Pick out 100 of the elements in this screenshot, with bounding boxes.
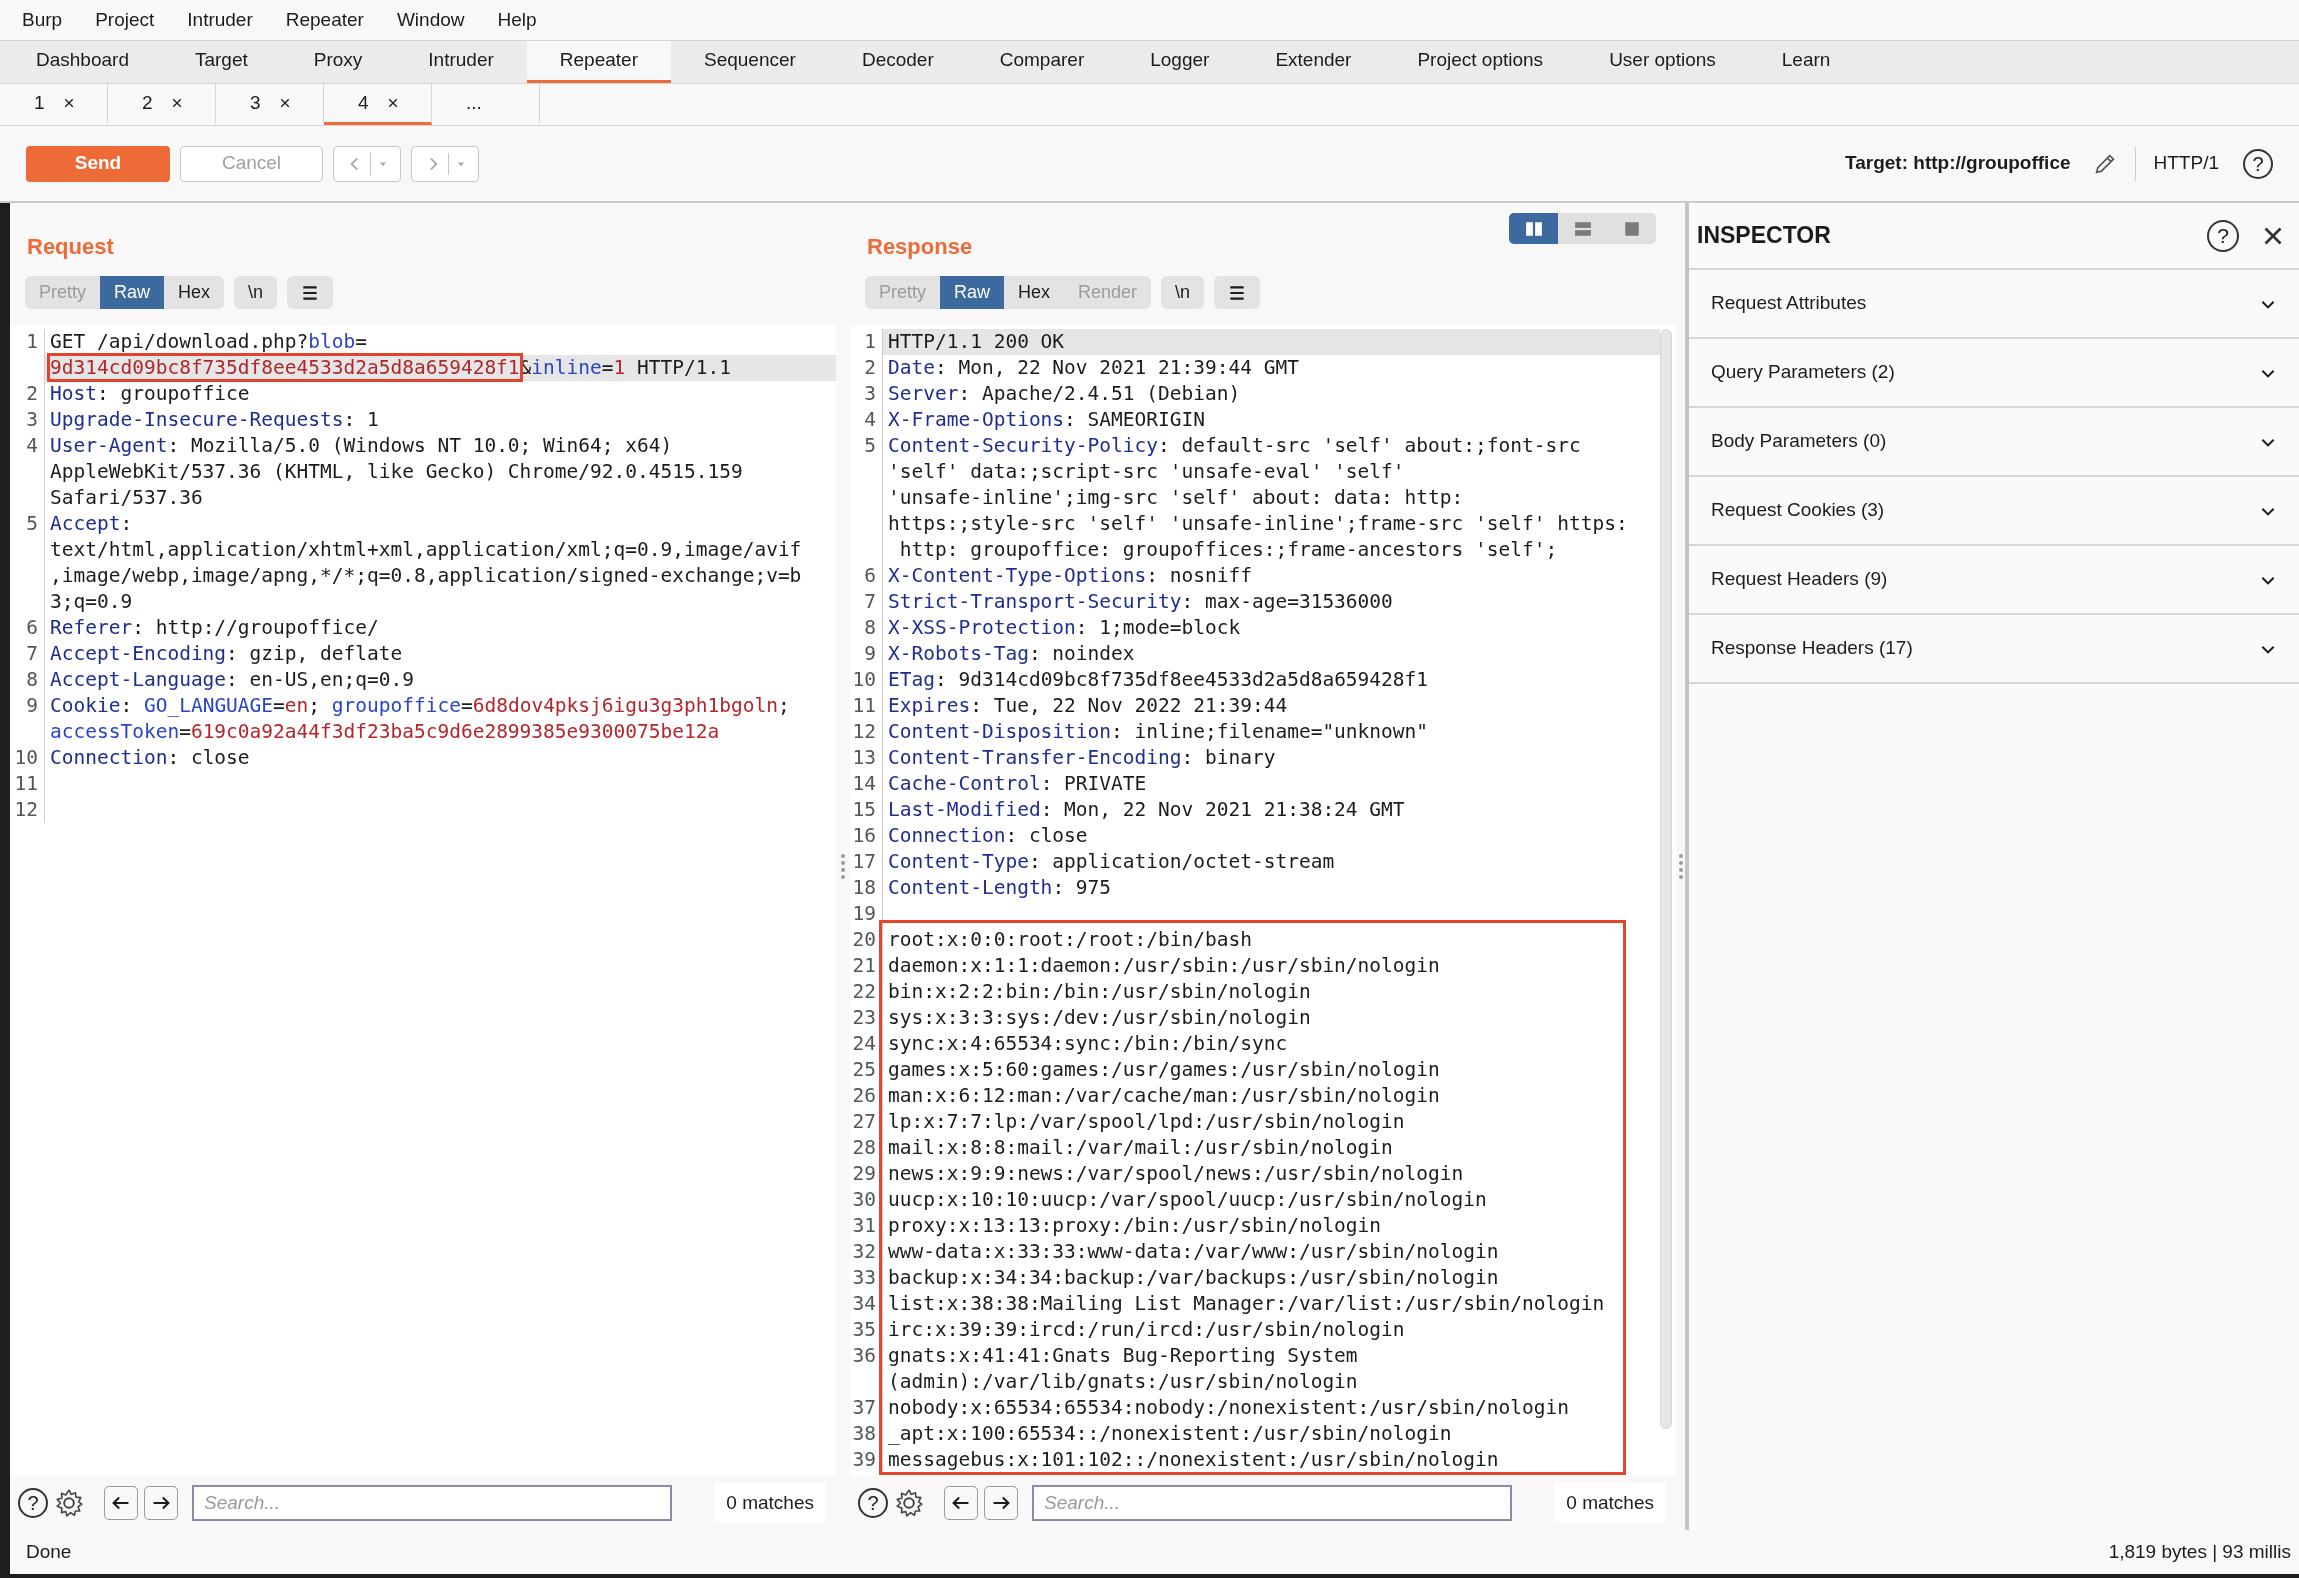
square-icon[interactable] bbox=[1622, 219, 1641, 238]
menu-item[interactable]: Project bbox=[95, 5, 155, 35]
line-number: 38 bbox=[852, 1422, 876, 1445]
help-button[interactable]: ? bbox=[858, 1488, 888, 1518]
request-tab[interactable]: ... bbox=[432, 84, 540, 125]
code-line: irc:x:39:39:ircd:/run/ircd:/usr/sbin/nologin bbox=[887, 1317, 1405, 1343]
rows-icon[interactable] bbox=[1573, 219, 1592, 238]
search-field[interactable]: Search... bbox=[192, 1485, 672, 1521]
code-line: X-Content-Type-Options: nosniff bbox=[887, 563, 1252, 589]
line-number: 22 bbox=[852, 980, 876, 1003]
code-line: bin:x:2:2:bin:/bin:/usr/sbin/nologin bbox=[887, 979, 1311, 1005]
request-tab[interactable]: 1 bbox=[0, 84, 108, 125]
tab[interactable]: User options bbox=[1576, 41, 1749, 83]
code-line: X-Frame-Options: SAMEORIGIN bbox=[887, 407, 1205, 433]
inspector-section[interactable]: Response Headers (17) bbox=[1689, 615, 2299, 684]
close-icon[interactable] bbox=[386, 97, 399, 109]
line-number: 21 bbox=[852, 954, 876, 977]
code-line: proxy:x:13:13:proxy:/bin:/usr/sbin/nologin bbox=[887, 1213, 1382, 1239]
tab[interactable]: Logger bbox=[1117, 41, 1243, 83]
code-line: Connection: close bbox=[49, 745, 250, 771]
menu-item[interactable]: Repeater bbox=[285, 5, 364, 35]
menu-item[interactable]: Burp bbox=[22, 5, 63, 35]
line-number: 11 bbox=[14, 772, 38, 795]
settings-icon[interactable] bbox=[894, 1488, 924, 1518]
code-line: GET /api/download.php?blob= bbox=[49, 329, 367, 355]
inspector-section[interactable]: Request Cookies (3) bbox=[1689, 477, 2299, 546]
inspector-section[interactable]: Request Attributes bbox=[1689, 270, 2299, 339]
newline-toggle-button[interactable]: \n bbox=[1161, 276, 1205, 309]
code-line: Cookie: GO_LANGUAGE=en; groupoffice=6d8dov4pksj6igu3g3ph1bgoln; bbox=[49, 693, 790, 719]
protocol-label[interactable]: HTTP/1 bbox=[2153, 149, 2219, 178]
view-mode-tab[interactable]: Raw bbox=[940, 276, 1005, 309]
settings-icon[interactable] bbox=[54, 1488, 84, 1518]
code-line: _apt:x:100:65534::/nonexistent:/usr/sbin/nologin bbox=[887, 1421, 1452, 1447]
line-number: 11 bbox=[852, 694, 876, 717]
code-line: ETag: 9d314cd09bc8f735df8ee4533d2a5d8a659428f1 bbox=[887, 667, 1429, 693]
grip-icon[interactable] bbox=[1677, 853, 1684, 880]
menu-button[interactable] bbox=[287, 276, 334, 309]
tab[interactable]: Learn bbox=[1748, 41, 1864, 83]
tab[interactable]: Target bbox=[161, 41, 281, 83]
line-number: 9 bbox=[26, 694, 38, 717]
menu-item[interactable]: Window bbox=[396, 5, 465, 35]
line-number: 7 bbox=[864, 590, 876, 613]
match-count: 0 matches bbox=[714, 1482, 826, 1524]
help-button[interactable]: ? bbox=[18, 1488, 48, 1518]
code-line: uucp:x:10:10:uucp:/var/spool/uucp:/usr/sbin/nologin bbox=[887, 1187, 1487, 1213]
request-tab[interactable]: 2 bbox=[108, 84, 216, 125]
line-number: 35 bbox=[852, 1318, 876, 1341]
panel-title: Request bbox=[26, 233, 114, 261]
request-tab[interactable]: 3 bbox=[216, 84, 324, 125]
code-line: Accept-Encoding: gzip, deflate bbox=[49, 641, 403, 667]
tab[interactable]: Proxy bbox=[280, 41, 396, 83]
code-line: (admin):/var/lib/gnats:/usr/sbin/nologin bbox=[887, 1369, 1358, 1395]
columns-icon[interactable] bbox=[1524, 219, 1543, 238]
line-number: 6 bbox=[26, 616, 38, 639]
tab[interactable]: Extender bbox=[1242, 41, 1385, 83]
line-number: 28 bbox=[852, 1136, 876, 1159]
code-line: Last-Modified: Mon, 22 Nov 2021 21:38:24 GMT bbox=[887, 797, 1405, 823]
close-icon[interactable] bbox=[170, 97, 183, 109]
line-number: 1 bbox=[26, 330, 38, 353]
target-label: Target: http://groupoffice bbox=[1845, 151, 2071, 176]
code-line: Content-Transfer-Encoding: binary bbox=[887, 745, 1276, 771]
search-field[interactable]: Search... bbox=[1032, 1485, 1512, 1521]
menu-button[interactable] bbox=[1214, 276, 1261, 309]
menu-item[interactable]: Intruder bbox=[187, 5, 253, 35]
inspector-section[interactable]: Request Headers (9) bbox=[1689, 546, 2299, 615]
line-number: 3 bbox=[864, 382, 876, 405]
code-line: Host: groupoffice bbox=[49, 381, 250, 407]
menu-item[interactable]: Help bbox=[497, 5, 537, 35]
code-line: 3;q=0.9 bbox=[49, 589, 133, 615]
help-button[interactable]: ? bbox=[2243, 148, 2273, 179]
tab[interactable]: Intruder bbox=[395, 41, 527, 83]
inspector-section[interactable]: Query Parameters (2) bbox=[1689, 339, 2299, 408]
code-line: Content-Length: 975 bbox=[887, 875, 1112, 901]
tab[interactable]: Sequencer bbox=[671, 41, 829, 83]
tab[interactable]: Repeater bbox=[526, 41, 671, 83]
line-number: 37 bbox=[852, 1396, 876, 1419]
tab[interactable]: Dashboard bbox=[3, 41, 162, 83]
status-message: Done bbox=[26, 1539, 72, 1564]
inspector-section[interactable]: Body Parameters (0) bbox=[1689, 408, 2299, 477]
code-line: Cache-Control: PRIVATE bbox=[887, 771, 1147, 797]
help-button[interactable]: ? bbox=[2207, 219, 2239, 252]
view-mode-tab[interactable]: Hex bbox=[1004, 276, 1065, 309]
code-line: gnats:x:41:41:Gnats Bug-Reporting System bbox=[887, 1343, 1358, 1369]
line-number: 16 bbox=[852, 824, 876, 847]
tab[interactable]: Comparer bbox=[966, 41, 1118, 83]
newline-toggle-button[interactable]: \n bbox=[234, 276, 278, 309]
scrollbar[interactable] bbox=[1660, 329, 1672, 1429]
code-line: list:x:38:38:Mailing List Manager:/var/list:/usr/sbin/nologin bbox=[887, 1291, 1605, 1317]
layout-toggle[interactable] bbox=[1509, 213, 1558, 244]
line-number: 10 bbox=[852, 668, 876, 691]
line-number: 27 bbox=[852, 1110, 876, 1133]
close-icon[interactable] bbox=[62, 97, 75, 109]
tab[interactable]: Project options bbox=[1384, 41, 1577, 83]
view-mode-tab[interactable]: Hex bbox=[164, 276, 225, 309]
tab[interactable]: Decoder bbox=[828, 41, 967, 83]
code-line: Connection: close bbox=[887, 823, 1088, 849]
line-number: 30 bbox=[852, 1188, 876, 1211]
close-icon[interactable] bbox=[278, 97, 291, 109]
grip-icon[interactable] bbox=[840, 853, 846, 880]
view-mode-tab[interactable]: Raw bbox=[100, 276, 165, 309]
